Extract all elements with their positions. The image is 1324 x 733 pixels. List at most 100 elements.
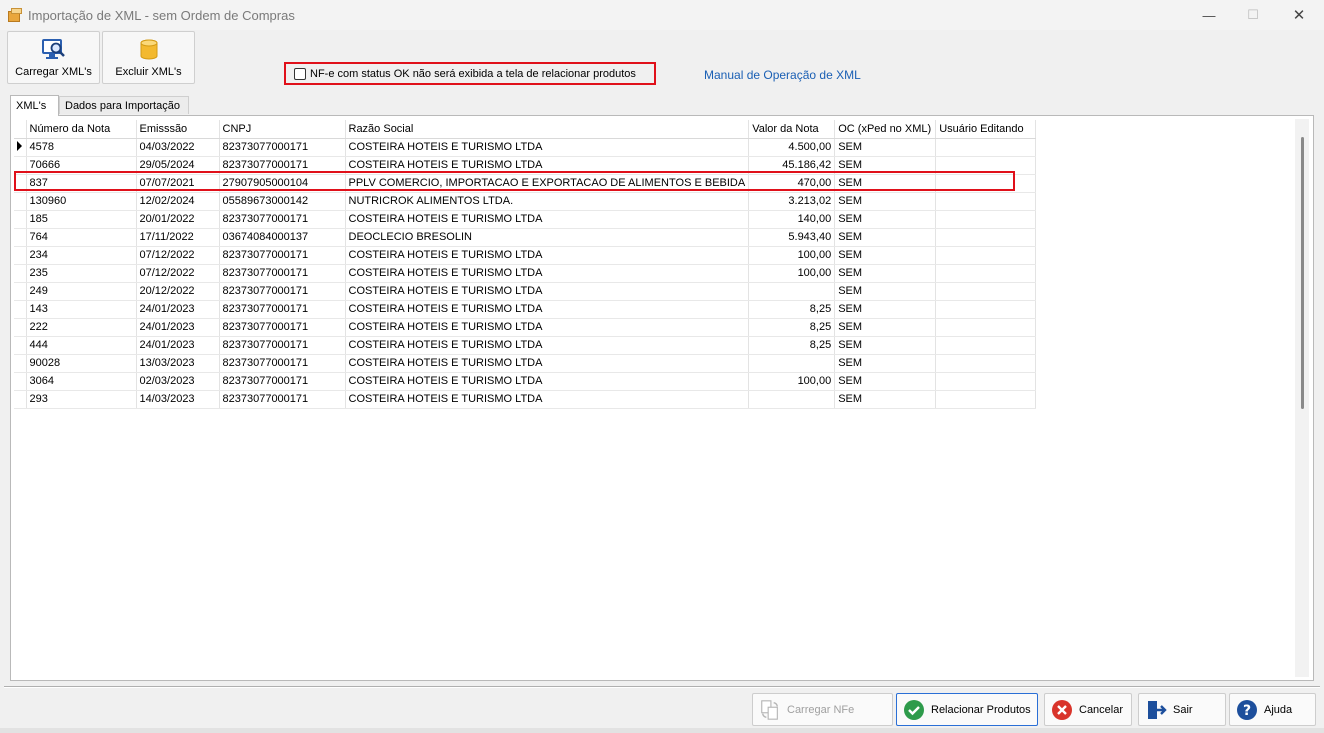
table-cell[interactable] <box>935 372 1037 391</box>
table-cell[interactable]: 70666 <box>26 156 137 175</box>
table-cell[interactable]: 07/07/2021 <box>136 174 220 193</box>
table-cell[interactable]: 27907905000104 <box>219 174 346 193</box>
table-cell[interactable] <box>935 390 1037 409</box>
table-cell[interactable]: 100,00 <box>748 264 836 283</box>
table-cell[interactable]: SEM <box>834 210 937 229</box>
table-cell[interactable]: 293 <box>26 390 137 409</box>
table-cell[interactable]: 82373077000171 <box>219 318 346 337</box>
table-cell[interactable] <box>935 264 1037 283</box>
delete-xml-button[interactable]: Excluir XML's <box>102 31 195 84</box>
table-cell[interactable]: DEOCLECIO BRESOLIN <box>345 228 750 247</box>
table-cell[interactable]: 222 <box>26 318 137 337</box>
table-cell[interactable]: 04/03/2022 <box>136 138 220 157</box>
maximize-button[interactable]: ☐ <box>1230 0 1276 30</box>
column-header[interactable]: Razão Social <box>345 120 750 139</box>
table-cell[interactable]: SEM <box>834 228 937 247</box>
table-cell[interactable]: COSTEIRA HOTEIS E TURISMO LTDA <box>345 390 750 409</box>
table-row[interactable]: 235 07/12/2022 82373077000171 COSTEIRA HOTE… <box>14 264 1037 283</box>
hide-ok-checkbox-container[interactable]: NF-e com status OK não será exibida a te… <box>284 62 656 85</box>
table-cell[interactable]: 4.500,00 <box>748 138 836 157</box>
vertical-scrollbar[interactable] <box>1295 119 1309 677</box>
table-cell[interactable]: 82373077000171 <box>219 138 346 157</box>
table-cell[interactable]: SEM <box>834 282 937 301</box>
table-cell[interactable]: 24/01/2023 <box>136 300 220 319</box>
table-cell[interactable]: 444 <box>26 336 137 355</box>
table-cell[interactable]: 82373077000171 <box>219 246 346 265</box>
table-cell[interactable]: SEM <box>834 192 937 211</box>
table-row[interactable]: 293 14/03/2023 82373077000171 COSTEIRA HOTE… <box>14 390 1037 409</box>
table-cell[interactable]: 82373077000171 <box>219 390 346 409</box>
table-row[interactable]: 185 20/01/2022 82373077000171 COSTEIRA HOTE… <box>14 210 1037 229</box>
table-cell[interactable]: COSTEIRA HOTEIS E TURISMO LTDA <box>345 282 750 301</box>
table-cell[interactable]: SEM <box>834 156 937 175</box>
table-cell[interactable] <box>935 318 1037 337</box>
table-row[interactable]: 222 24/01/2023 82373077000171 COSTEIRA HOTE… <box>14 318 1037 337</box>
table-cell[interactable] <box>935 300 1037 319</box>
table-cell[interactable]: 249 <box>26 282 137 301</box>
table-cell[interactable] <box>748 354 836 373</box>
table-row[interactable]: 837 07/07/2021 27907905000104 PPLV COMERCIO… <box>14 174 1037 193</box>
table-row[interactable]: 764 17/11/2022 03674084000137 DEOCLECIO BRE… <box>14 228 1037 247</box>
table-cell[interactable]: COSTEIRA HOTEIS E TURISMO LTDA <box>345 210 750 229</box>
table-cell[interactable] <box>935 354 1037 373</box>
table-cell[interactable]: COSTEIRA HOTEIS E TURISMO LTDA <box>345 300 750 319</box>
column-header[interactable]: Emisssão <box>136 120 220 139</box>
table-cell[interactable]: COSTEIRA HOTEIS E TURISMO LTDA <box>345 372 750 391</box>
table-cell[interactable]: SEM <box>834 264 937 283</box>
table-cell[interactable]: SEM <box>834 300 937 319</box>
table-cell[interactable]: SEM <box>834 174 937 193</box>
table-cell[interactable]: SEM <box>834 354 937 373</box>
tab-xmls[interactable]: XML's <box>10 95 59 116</box>
table-cell[interactable]: 140,00 <box>748 210 836 229</box>
column-header[interactable]: OC (xPed no XML) <box>834 120 937 139</box>
table-cell[interactable]: 4578 <box>26 138 137 157</box>
table-row[interactable]: 249 20/12/2022 82373077000171 COSTEIRA HOTE… <box>14 282 1037 301</box>
ajuda-button[interactable]: ? Ajuda <box>1229 693 1316 726</box>
table-cell[interactable]: SEM <box>834 372 937 391</box>
table-cell[interactable]: 82373077000171 <box>219 336 346 355</box>
table-row[interactable]: 143 24/01/2023 82373077000171 COSTEIRA HOTE… <box>14 300 1037 319</box>
table-cell[interactable]: 17/11/2022 <box>136 228 220 247</box>
table-cell[interactable]: NUTRICROK ALIMENTOS LTDA. <box>345 192 750 211</box>
table-cell[interactable]: COSTEIRA HOTEIS E TURISMO LTDA <box>345 354 750 373</box>
table-cell[interactable]: 12/02/2024 <box>136 192 220 211</box>
tab-dados-importacao[interactable]: Dados para Importação <box>59 96 189 114</box>
table-cell[interactable]: 470,00 <box>748 174 836 193</box>
table-cell[interactable]: SEM <box>834 138 937 157</box>
table-cell[interactable]: COSTEIRA HOTEIS E TURISMO LTDA <box>345 138 750 157</box>
table-cell[interactable] <box>935 210 1037 229</box>
table-cell[interactable] <box>935 138 1037 157</box>
table-cell[interactable]: 130960 <box>26 192 137 211</box>
table-cell[interactable]: 8,25 <box>748 318 836 337</box>
table-cell[interactable]: 764 <box>26 228 137 247</box>
table-cell[interactable] <box>935 246 1037 265</box>
table-cell[interactable]: 3.213,02 <box>748 192 836 211</box>
table-row[interactable]: 130960 12/02/2024 05589673000142 NUTRICROK … <box>14 192 1037 211</box>
table-cell[interactable]: PPLV COMERCIO, IMPORTACAO E EXPORTACAO D… <box>345 174 750 193</box>
carregar-nfe-button[interactable]: Carregar NFe <box>752 693 893 726</box>
table-cell[interactable]: COSTEIRA HOTEIS E TURISMO LTDA <box>345 318 750 337</box>
table-cell[interactable]: 13/03/2023 <box>136 354 220 373</box>
table-cell[interactable]: SEM <box>834 390 937 409</box>
manual-link[interactable]: Manual de Operação de XML <box>704 68 861 82</box>
table-cell[interactable]: 82373077000171 <box>219 264 346 283</box>
table-cell[interactable]: 90028 <box>26 354 137 373</box>
table-cell[interactable]: 82373077000171 <box>219 210 346 229</box>
table-row[interactable]: 90028 13/03/2023 82373077000171 COSTEIRA HO… <box>14 354 1037 373</box>
relacionar-produtos-button[interactable]: Relacionar Produtos <box>896 693 1038 726</box>
table-cell[interactable]: 14/03/2023 <box>136 390 220 409</box>
table-cell[interactable]: 82373077000171 <box>219 156 346 175</box>
table-cell[interactable]: 29/05/2024 <box>136 156 220 175</box>
cancelar-button[interactable]: Cancelar <box>1044 693 1132 726</box>
sair-button[interactable]: Sair <box>1138 693 1226 726</box>
table-cell[interactable] <box>748 282 836 301</box>
table-cell[interactable]: 07/12/2022 <box>136 264 220 283</box>
table-cell[interactable]: 82373077000171 <box>219 354 346 373</box>
table-cell[interactable]: 05589673000142 <box>219 192 346 211</box>
table-cell[interactable]: SEM <box>834 336 937 355</box>
close-button[interactable]: ✕ <box>1276 0 1322 30</box>
table-cell[interactable]: 24/01/2023 <box>136 318 220 337</box>
column-header[interactable]: Valor da Nota <box>748 120 836 139</box>
table-cell[interactable]: 82373077000171 <box>219 372 346 391</box>
table-cell[interactable]: 45.186,42 <box>748 156 836 175</box>
